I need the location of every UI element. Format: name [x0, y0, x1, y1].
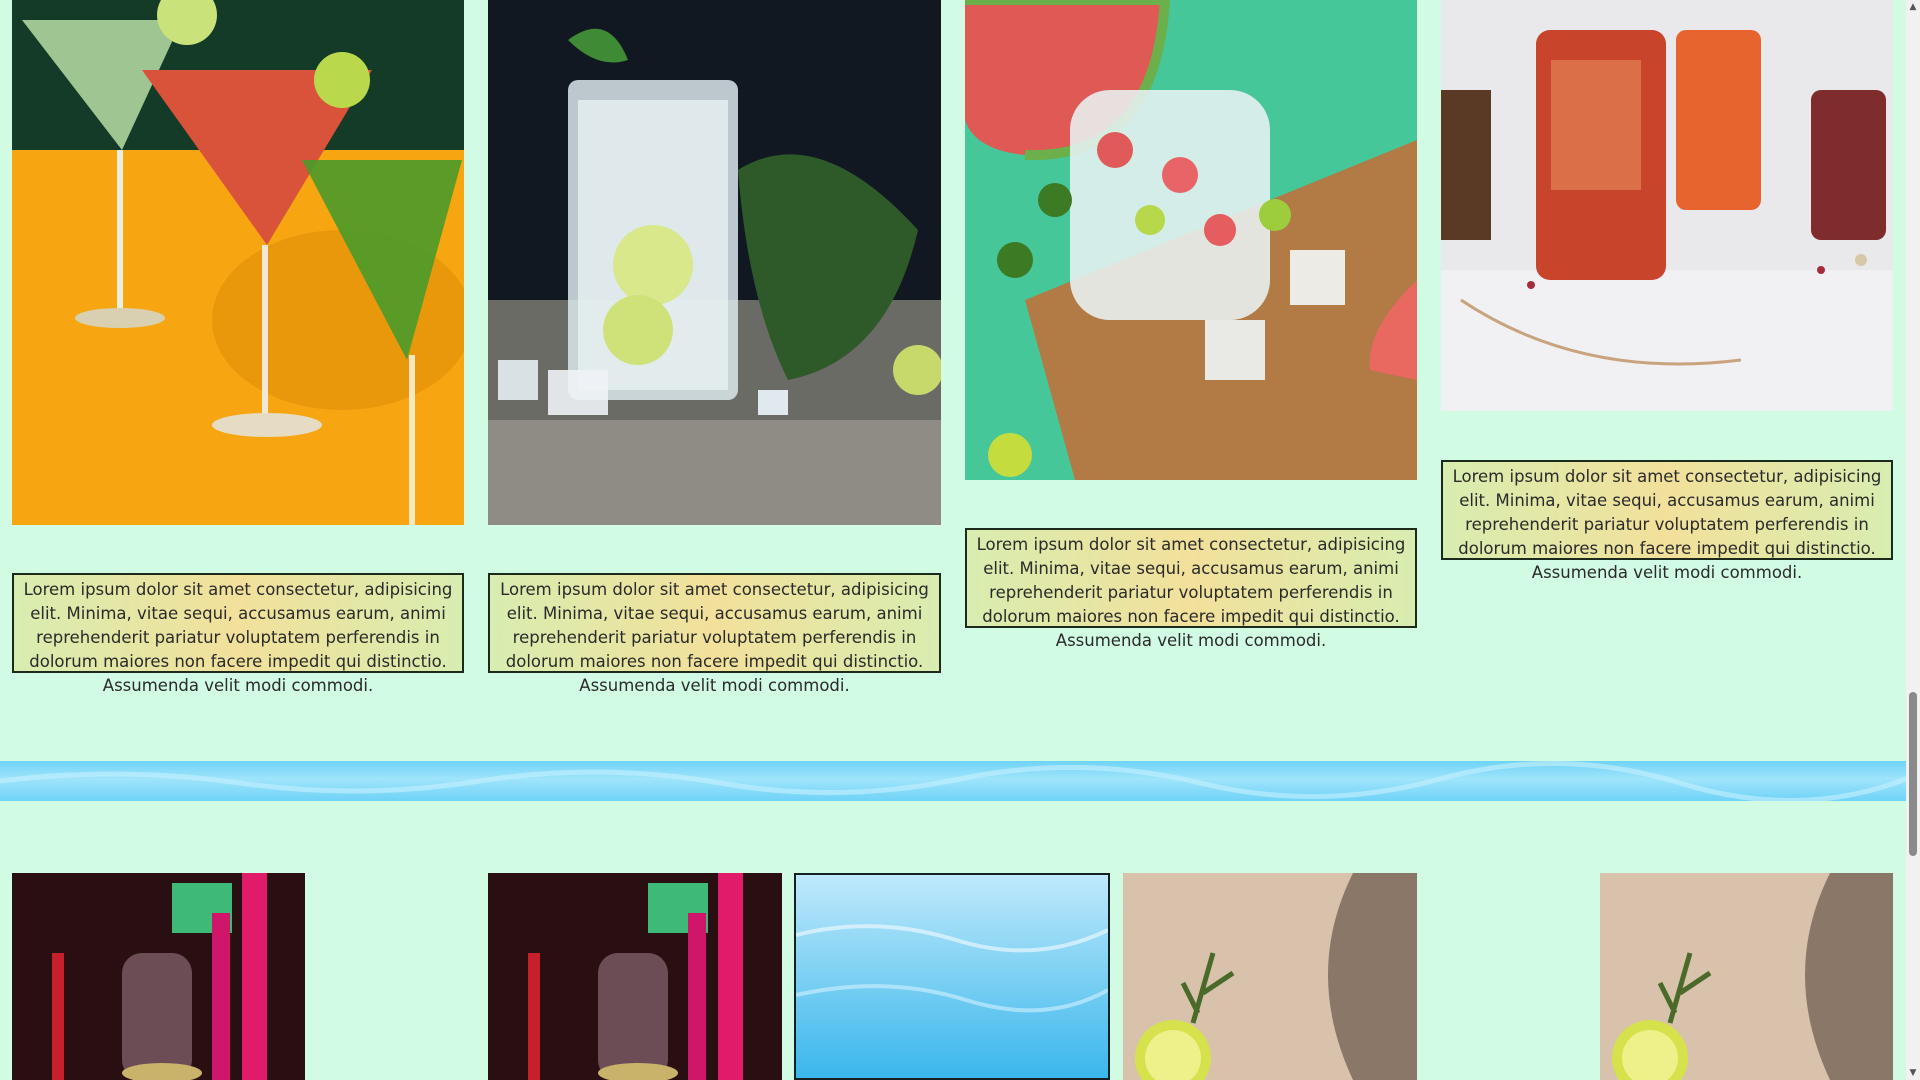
water-divider-band — [0, 761, 1907, 803]
triangle-up-icon[interactable]: ▲ — [1906, 0, 1920, 14]
triangle-down-icon[interactable]: ▼ — [1906, 1066, 1920, 1080]
row2-image-4 — [1123, 873, 1417, 1080]
row2-image-1 — [12, 873, 305, 1080]
card-3-caption: Lorem ipsum dolor sit amet consectetur, … — [965, 528, 1417, 650]
card-1-image — [12, 0, 464, 525]
card-2-image — [488, 0, 941, 525]
page-scrollbar[interactable]: ▲ ▼ — [1906, 0, 1920, 1080]
scrollbar-thumb[interactable] — [1909, 692, 1917, 856]
row2-image-5 — [1600, 873, 1893, 1080]
card-1-caption: Lorem ipsum dolor sit amet consectetur, … — [12, 573, 464, 695]
card-3-image — [965, 0, 1417, 480]
card-4-image — [1441, 0, 1893, 411]
row2-image-3 — [794, 873, 1110, 1080]
card-2-caption: Lorem ipsum dolor sit amet consectetur, … — [488, 573, 941, 695]
card-4-caption: Lorem ipsum dolor sit amet consectetur, … — [1441, 460, 1893, 582]
row2-image-2 — [488, 873, 782, 1080]
